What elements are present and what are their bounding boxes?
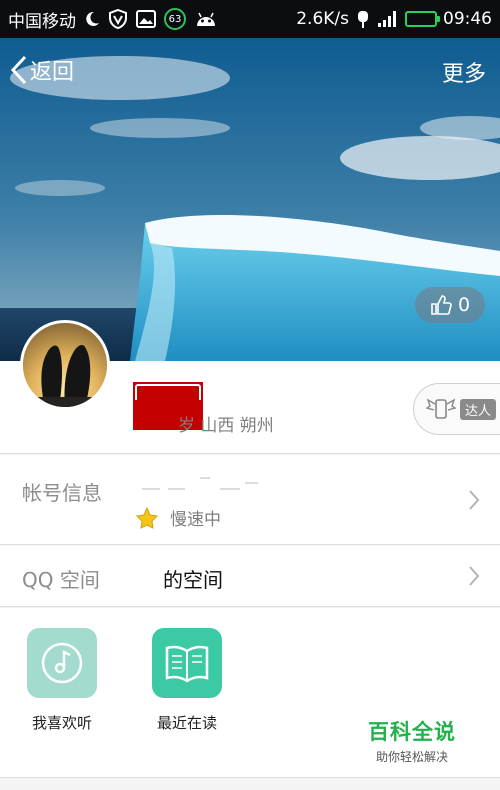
chevron-right-icon: [469, 490, 480, 510]
account-status: 慢速中: [136, 505, 221, 530]
carrier-label: 中国移动: [8, 11, 76, 32]
like-count: 0: [457, 294, 471, 316]
shield-icon: [108, 9, 128, 29]
android-icon: [194, 10, 218, 28]
watermark-title: 百科全说: [368, 720, 456, 744]
app-recent-reading[interactable]: 最近在读: [142, 628, 232, 733]
profile-location: 岁 山西 朔州: [178, 416, 274, 436]
cleaner-badge: 63: [164, 8, 186, 30]
battery-icon: [405, 11, 440, 27]
app-label: 我喜欢听: [31, 714, 92, 732]
talent-button[interactable]: 达人: [413, 383, 500, 435]
account-info-row[interactable]: 帐号信息 慢速中: [0, 455, 500, 545]
music-tile: [27, 628, 97, 698]
reading-tile: [152, 628, 222, 698]
music-disc-icon: [41, 642, 83, 684]
chevron-right-icon: [469, 566, 480, 586]
qzone-row[interactable]: QQ 空间 的空间: [0, 546, 500, 607]
network-speed: 2.6K/s: [296, 9, 349, 29]
back-label: 返回: [30, 60, 75, 85]
account-status-text: 慢速中: [170, 510, 221, 530]
avatar[interactable]: [20, 320, 110, 410]
qzone-name: 的空间: [163, 568, 223, 592]
clock: 09:46: [443, 9, 492, 29]
qzone-title: QQ 空间: [22, 568, 100, 592]
watermark: 百科全说 助你轻松解决: [360, 716, 464, 765]
like-button[interactable]: 0: [415, 287, 485, 323]
thumbs-up-icon: [431, 295, 452, 315]
app-favorite-music[interactable]: 我喜欢听: [17, 628, 107, 733]
account-info-title: 帐号信息: [22, 481, 102, 505]
redacted-account-id: [142, 477, 258, 490]
signal-icon: [377, 10, 399, 28]
moon-icon: [84, 11, 100, 27]
back-button[interactable]: 返回: [10, 54, 74, 86]
usb-debug-icon: [355, 9, 371, 29]
chevron-left-icon: [10, 55, 27, 85]
app-label: 最近在读: [156, 714, 217, 732]
star-icon: [136, 506, 158, 529]
book-icon: [165, 645, 209, 683]
more-button[interactable]: 更多: [442, 56, 486, 88]
watermark-subtitle: 助你轻松解决: [375, 750, 448, 764]
winged-phone-icon: [426, 398, 456, 419]
talent-label: 达人: [460, 398, 497, 420]
image-icon: [136, 10, 156, 28]
status-bar: 中国移动 63 2.6K/s 09:46: [0, 0, 500, 38]
